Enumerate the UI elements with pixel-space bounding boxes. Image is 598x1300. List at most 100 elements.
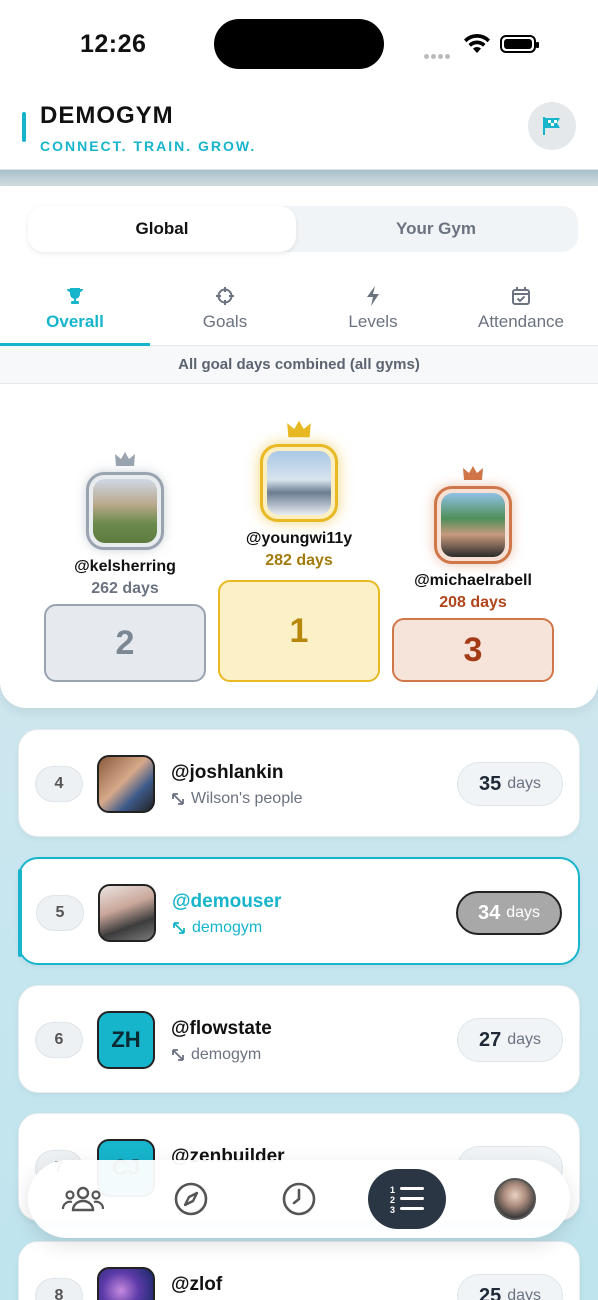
rank-badge: 4 [35, 766, 83, 802]
nav-leaderboard[interactable]: 1 2 3 [368, 1169, 446, 1229]
tab-label: Goals [202, 312, 248, 331]
leaderboard-row-current-user[interactable]: 5 @demouser demogym 34 days [18, 857, 580, 965]
podium-first[interactable]: @youngwi11y 282 days [219, 418, 379, 570]
rank-badge: 6 [35, 1022, 83, 1058]
row-username: @zlof [171, 1274, 223, 1295]
days-count: 35 [478, 772, 502, 795]
days-pill: 27 days [457, 1018, 563, 1062]
podium-second[interactable]: @kelsherring 262 days [50, 448, 200, 598]
tab-attendance[interactable]: Attendance [446, 284, 596, 346]
podium-username: @kelsherring [74, 558, 176, 575]
nav-history[interactable] [260, 1169, 338, 1229]
days-unit: days [507, 775, 542, 792]
avatar [434, 486, 512, 564]
days-unit: days [507, 1287, 542, 1300]
days-count: 27 [478, 1028, 502, 1051]
podium-block-third: 3 [392, 618, 554, 682]
tab-overall[interactable]: Overall [0, 284, 150, 346]
svg-text:3: 3 [390, 1205, 395, 1214]
row-gym-name: demogym [191, 1046, 262, 1063]
podium-days: 282 days [265, 552, 333, 569]
row-gym: demogym [171, 1046, 261, 1064]
segment-your-gym[interactable]: Your Gym [302, 206, 570, 252]
podium-username: @youngwi11y [245, 530, 353, 547]
podium-block-first: 1 [218, 580, 380, 682]
leaderboard-description: All goal days combined (all gyms) [0, 346, 598, 384]
ranked-list-icon: 1 2 3 [390, 1185, 424, 1214]
podium-days: 208 days [439, 594, 507, 611]
avatar [97, 1267, 155, 1300]
signal-dots-icon [424, 46, 454, 59]
nav-community[interactable] [44, 1169, 122, 1229]
rank-badge: 5 [36, 895, 84, 931]
tab-levels[interactable]: Levels [298, 284, 448, 346]
tab-label: Overall [46, 312, 104, 331]
gym-link-icon [173, 922, 185, 934]
podium-days: 262 days [91, 580, 159, 597]
calendar-check-icon [512, 287, 530, 305]
flag-button[interactable] [528, 102, 576, 150]
podium-block-second: 2 [44, 604, 206, 682]
nav-profile[interactable] [476, 1169, 554, 1229]
flag-icon [543, 117, 560, 135]
row-gym: Wilson's people [171, 790, 303, 808]
crown-icon [287, 420, 311, 438]
row-username: @joshlankin [171, 762, 284, 783]
nav-explore[interactable] [152, 1169, 230, 1229]
row-gym-name: demogym [192, 919, 263, 936]
gym-link-icon [172, 793, 184, 805]
days-unit: days [506, 904, 541, 921]
crown-icon [463, 466, 483, 480]
avatar [97, 755, 155, 813]
clock-icon [282, 1182, 316, 1216]
leaderboard-row[interactable]: 4 @joshlankin Wilson's people 35 days [18, 729, 580, 837]
compass-icon [174, 1182, 208, 1216]
status-bar: 12:26 [0, 0, 598, 88]
battery-icon [500, 35, 539, 53]
gym-name: DEMOGYM [40, 102, 174, 129]
days-count: 34 [477, 901, 501, 924]
dynamic-island [214, 19, 384, 69]
svg-text:2: 2 [390, 1195, 395, 1205]
days-pill: 35 days [457, 762, 563, 806]
row-gym-name: Wilson's people [191, 790, 303, 807]
row-gym: demogym [172, 919, 262, 937]
crosshair-icon [216, 287, 234, 305]
category-tabs: Overall Goals Levels Attendance [0, 284, 598, 346]
tab-goals[interactable]: Goals [150, 284, 300, 346]
days-count: 25 [478, 1284, 502, 1300]
avatar [98, 884, 156, 942]
crown-icon [115, 452, 135, 466]
gym-tagline: CONNECT. TRAIN. GROW. [40, 138, 257, 154]
leaderboard-row[interactable]: 8 @zlof 25 days [18, 1241, 580, 1300]
lightning-icon [367, 286, 379, 306]
tab-label: Attendance [477, 312, 564, 331]
avatar: ZH [97, 1011, 155, 1069]
days-unit: days [507, 1031, 542, 1048]
header-accent-bar [22, 112, 26, 142]
gym-link-icon [172, 1049, 184, 1061]
podium-username: @michaelrabell [414, 572, 532, 589]
trophy-icon [67, 288, 83, 304]
bottom-nav: 1 2 3 [28, 1160, 570, 1238]
app-header: DEMOGYM CONNECT. TRAIN. GROW. [0, 88, 598, 170]
people-icon [61, 1186, 105, 1212]
svg-text:1: 1 [390, 1185, 395, 1195]
segment-global[interactable]: Global [28, 206, 296, 252]
days-pill: 34 days [456, 891, 562, 935]
leaderboard-card: Global Your Gym Overall Goals Levels Att… [0, 186, 598, 708]
row-username: @flowstate [171, 1018, 272, 1039]
wifi-icon [464, 33, 490, 53]
avatar [260, 444, 338, 522]
leaderboard-row[interactable]: 6 ZH @flowstate demogym 27 days [18, 985, 580, 1093]
status-time: 12:26 [80, 30, 147, 58]
podium-third[interactable]: @michaelrabell 208 days [398, 462, 548, 612]
scope-segmented-control: Global Your Gym [28, 206, 578, 252]
row-username: @demouser [172, 891, 282, 912]
days-pill: 25 days [457, 1274, 563, 1300]
avatar [86, 472, 164, 550]
header-divider [0, 170, 598, 186]
avatar [494, 1178, 536, 1220]
tab-label: Levels [348, 312, 398, 331]
rank-badge: 8 [35, 1278, 83, 1300]
